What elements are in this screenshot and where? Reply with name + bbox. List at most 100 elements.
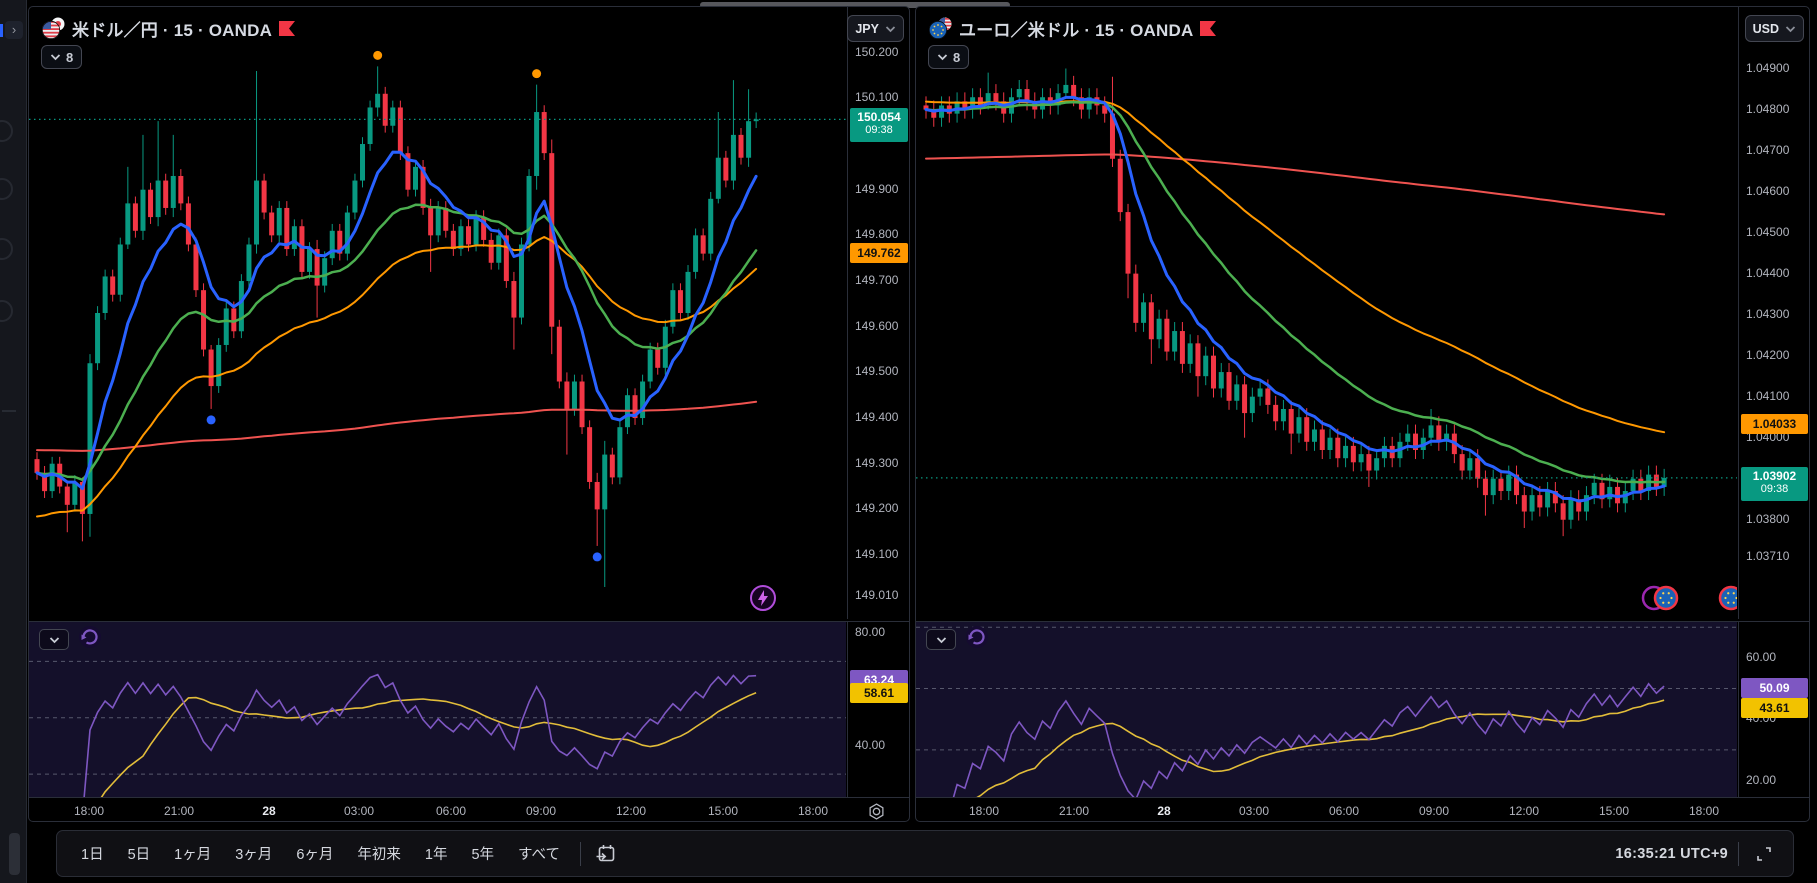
candle-body	[1273, 405, 1278, 421]
range-button-5[interactable]: 6ヶ月	[286, 839, 343, 869]
candle-body	[1335, 438, 1340, 459]
time-label: 18:00	[74, 804, 104, 818]
current-price-value: 1.03902	[1753, 469, 1796, 483]
candle-body	[466, 226, 471, 244]
candle-body	[678, 290, 683, 313]
eu-event-icon[interactable]	[1720, 587, 1737, 609]
candle-body	[1141, 302, 1146, 323]
time-label: 21:00	[164, 804, 194, 818]
candle-body	[65, 487, 70, 505]
collapse-sources-button[interactable]: 8	[928, 45, 969, 69]
price-label: 149.200	[855, 501, 898, 517]
candle-body	[1227, 372, 1232, 401]
fullscreen-icon[interactable]	[1749, 839, 1779, 869]
rsi-value-badge: 50.09	[1741, 678, 1808, 698]
range-button-7[interactable]: 1年	[415, 839, 458, 869]
price-label: 1.04400	[1746, 266, 1789, 282]
rail-accent-mark	[0, 24, 3, 37]
candle-body	[1328, 438, 1333, 450]
candle-body	[368, 107, 373, 144]
currency-unit-button[interactable]: JPY	[847, 15, 904, 42]
range-button-6[interactable]: 年初来	[347, 839, 411, 869]
price-label: 149.500	[855, 364, 898, 380]
rsi-cycle-icon[interactable]	[964, 624, 990, 650]
rsi-collapse-button[interactable]	[39, 629, 69, 650]
chart-panel-usdjpy: 150.200150.100149.900149.800149.700149.6…	[28, 6, 910, 822]
timescale-settings-icon[interactable]	[868, 803, 885, 820]
range-button-4[interactable]: 3ヶ月	[225, 839, 282, 869]
rsi-ma-line	[934, 700, 1664, 798]
time-label: 03:00	[344, 804, 374, 818]
price-label: 1.04600	[1746, 184, 1789, 200]
current-price-badge: 1.0390209:38	[1741, 467, 1808, 501]
time-label: 18:00	[969, 804, 999, 818]
candle-body	[103, 276, 108, 313]
rsi-collapse-button[interactable]	[926, 629, 956, 650]
collapse-sources-button[interactable]: 8	[41, 45, 82, 69]
tradingview-multichart: › 150.200150.100149.900149.800149.700149…	[0, 0, 1817, 883]
range-button-9[interactable]: すべて	[508, 839, 570, 869]
rsi-cycle-icon[interactable]	[77, 624, 103, 650]
candle-body	[110, 276, 115, 294]
alert-flag-icon[interactable]	[1200, 21, 1217, 36]
range-button-8[interactable]: 5年	[461, 839, 504, 869]
time-axis[interactable]: 18:0021:002803:0006:0009:0012:0015:0018:…	[29, 797, 910, 822]
candle-body	[686, 272, 691, 313]
price-label: 1.03800	[1746, 512, 1789, 528]
candle-body	[178, 176, 183, 203]
current-price-value: 150.054	[857, 110, 900, 124]
signal-dot-up-icon	[373, 51, 382, 60]
candle-body	[474, 217, 479, 244]
price-axis-USD[interactable]: 1.049001.048001.047001.046001.045001.044…	[1738, 7, 1810, 619]
candle-body	[239, 281, 244, 331]
candle-body	[1429, 425, 1434, 437]
candlestick-chart-usdjpy[interactable]	[29, 7, 846, 619]
rail-partial-icon	[0, 238, 13, 260]
rsi-plot[interactable]	[29, 622, 846, 798]
time-axis[interactable]: 18:0021:002803:0006:0009:0012:0015:0018:…	[916, 797, 1810, 822]
price-axis-JPY[interactable]: 150.200150.100149.900149.800149.700149.6…	[847, 7, 910, 619]
candle-body	[254, 181, 259, 245]
range-button-3[interactable]: 1ヶ月	[164, 839, 221, 869]
candle-body	[360, 144, 365, 181]
range-button-2[interactable]: 5日	[118, 839, 161, 869]
signal-dot-down-icon	[207, 415, 216, 424]
price-label: 149.800	[855, 227, 898, 243]
rail-partial-icon	[0, 300, 13, 322]
rail-expand-button[interactable]: ›	[5, 21, 23, 39]
rsi-axis[interactable]: 60.0040.0020.0050.0943.61	[1738, 622, 1810, 798]
candle-body	[1320, 429, 1325, 450]
candlestick-chart-eurusd[interactable]	[916, 7, 1737, 619]
time-label: 28	[1157, 804, 1170, 818]
lightning-event-icon[interactable]	[751, 586, 775, 610]
candle-body	[292, 226, 297, 249]
currency-unit-button[interactable]: USD	[1745, 15, 1804, 42]
candle-body	[1374, 458, 1379, 470]
chevron-down-icon	[936, 636, 947, 644]
candle-body	[1172, 331, 1177, 352]
candle-body	[489, 240, 494, 263]
candle-body	[156, 181, 161, 218]
alert-flag-icon[interactable]	[279, 21, 296, 36]
candle-body	[50, 464, 55, 491]
price-label: 1.04900	[1746, 61, 1789, 77]
candle-body	[163, 181, 168, 208]
candle-body	[383, 94, 388, 126]
candle-body	[1491, 479, 1496, 495]
rsi-axis-label: 20.00	[1746, 773, 1776, 789]
time-label: 18:00	[1689, 804, 1719, 818]
candle-body	[716, 158, 721, 199]
candle-body	[1561, 503, 1566, 519]
rsi-plot[interactable]	[916, 622, 1737, 798]
rail-bottom-handle[interactable]	[9, 833, 20, 875]
currency-label: JPY	[855, 22, 879, 36]
range-button-1[interactable]: 1日	[71, 839, 114, 869]
rsi-axis[interactable]: 80.0040.0063.2458.61	[847, 622, 910, 798]
eu-event-double-icon[interactable]	[1643, 587, 1677, 609]
goto-date-icon[interactable]	[591, 839, 621, 869]
rail-partial-icon	[0, 178, 13, 200]
chevron-down-icon	[885, 25, 896, 33]
candle-body	[262, 181, 267, 213]
price-label: 149.600	[855, 319, 898, 335]
ema-long-red-line	[926, 155, 1664, 215]
